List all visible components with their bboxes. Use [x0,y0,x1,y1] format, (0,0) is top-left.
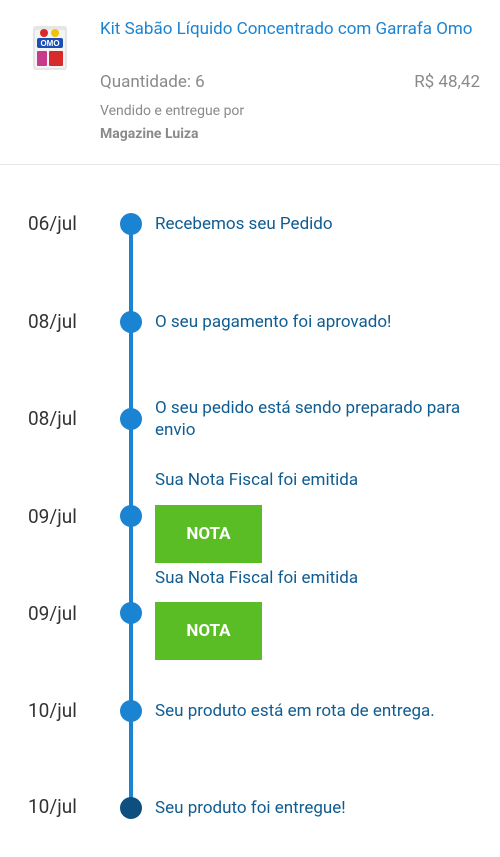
timeline-dot [120,311,142,333]
nota-button[interactable]: NOTA [155,505,262,563]
event-text: O seu pagamento foi aprovado! [155,312,392,332]
event-text: Sua Nota Fiscal foi emitida [155,568,359,588]
timeline-dot [120,505,142,527]
event-date: 10/jul [28,795,77,818]
event-date: 08/jul [28,407,77,430]
timeline-dot-final [120,797,142,819]
product-card[interactable]: OMO Kit Sabão Líquido Concentrado com Ga… [0,0,500,165]
event-text: Seu produto está em rota de entrega. [155,701,435,721]
product-image: OMO [33,26,67,70]
timeline-dot [120,700,142,722]
seller-name: Magazine Luiza [100,126,199,142]
product-quantity: Quantidade: 6 [100,72,205,92]
event-date: 09/jul [28,602,77,625]
timeline-dot [120,408,142,430]
seller-label: Vendido e entregue por [100,103,245,119]
timeline-dot [120,602,142,624]
event-text: Sua Nota Fiscal foi emitida [155,470,359,490]
event-date: 10/jul [28,699,77,722]
event-text: O seu pedido está sendo preparado para e… [155,398,461,440]
product-title[interactable]: Kit Sabão Líquido Concentrado com Garraf… [100,18,485,40]
timeline-dot [120,213,142,235]
nota-button[interactable]: NOTA [155,602,262,660]
event-text: Recebemos seu Pedido [155,214,333,234]
event-date: 08/jul [28,310,77,333]
svg-text:OMO: OMO [40,39,59,48]
product-price: R$ 48,42 [414,72,480,92]
event-date: 06/jul [28,212,77,235]
event-text: Seu produto foi entregue! [155,798,346,818]
event-date: 09/jul [28,505,77,528]
